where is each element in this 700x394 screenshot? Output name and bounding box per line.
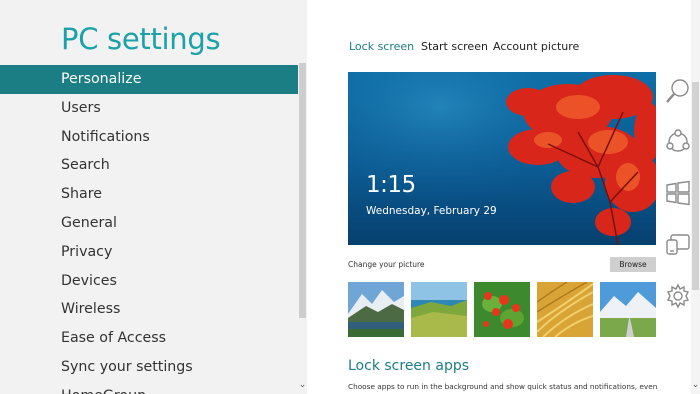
- thumbnail-mountain-lake[interactable]: [348, 282, 404, 337]
- tab-lock-screen[interactable]: Lock screen: [349, 40, 414, 53]
- lock-screen-clock: 1:15: [366, 172, 416, 198]
- left-scroll-down-icon[interactable]: ⌄: [298, 378, 307, 390]
- page-title: PC settings: [61, 22, 221, 56]
- right-scrollbar-thumb[interactable]: [692, 82, 699, 290]
- tab-start-screen[interactable]: Start screen: [421, 40, 488, 53]
- settings-navigation-pane: PC settings Personalize Users Notificati…: [0, 0, 307, 394]
- nav-item-notifications[interactable]: Notifications: [0, 123, 298, 152]
- nav-item-ease-of-access[interactable]: Ease of Access: [0, 324, 298, 353]
- change-picture-label: Change your picture: [348, 260, 425, 269]
- nav-item-privacy[interactable]: Privacy: [0, 238, 298, 267]
- settings-charm-icon[interactable]: [665, 283, 691, 309]
- share-charm-icon[interactable]: [665, 129, 691, 155]
- search-charm-icon[interactable]: [665, 78, 691, 104]
- right-scrollbar[interactable]: ⌄: [691, 0, 700, 394]
- start-charm-icon[interactable]: [665, 180, 691, 206]
- nav-item-search[interactable]: Search: [0, 151, 298, 180]
- lock-screen-preview: 1:15 Wednesday, February 29: [348, 72, 656, 245]
- thumbnail-coastal-hills[interactable]: [411, 282, 467, 337]
- tab-account-picture[interactable]: Account picture: [493, 40, 579, 53]
- nav-item-general[interactable]: General: [0, 209, 298, 238]
- nav-item-homegroup[interactable]: HomeGroup: [0, 382, 298, 394]
- settings-category-list: Personalize Users Notifications Search S…: [0, 65, 298, 394]
- lock-screen-date: Wednesday, February 29: [366, 205, 497, 217]
- thumbnail-golden-grass[interactable]: [537, 282, 593, 337]
- nav-item-sync-settings[interactable]: Sync your settings: [0, 353, 298, 382]
- lock-screen-apps-heading: Lock screen apps: [348, 358, 470, 374]
- right-scroll-down-icon[interactable]: ⌄: [691, 378, 700, 390]
- lock-screen-apps-description: Choose apps to run in the background and…: [348, 382, 660, 391]
- left-scrollbar[interactable]: ⌄: [298, 0, 307, 394]
- nav-item-devices[interactable]: Devices: [0, 267, 298, 296]
- left-scrollbar-thumb[interactable]: [299, 63, 306, 318]
- thumbnail-mountain-road[interactable]: [600, 282, 656, 337]
- nav-item-personalize[interactable]: Personalize: [0, 65, 298, 94]
- nav-item-users[interactable]: Users: [0, 94, 298, 123]
- nav-item-share[interactable]: Share: [0, 180, 298, 209]
- browse-button[interactable]: Browse: [610, 257, 656, 272]
- coral-background-image: [348, 72, 656, 245]
- devices-charm-icon[interactable]: [665, 231, 691, 257]
- nav-item-wireless[interactable]: Wireless: [0, 295, 298, 324]
- thumbnail-red-flowers[interactable]: [474, 282, 530, 337]
